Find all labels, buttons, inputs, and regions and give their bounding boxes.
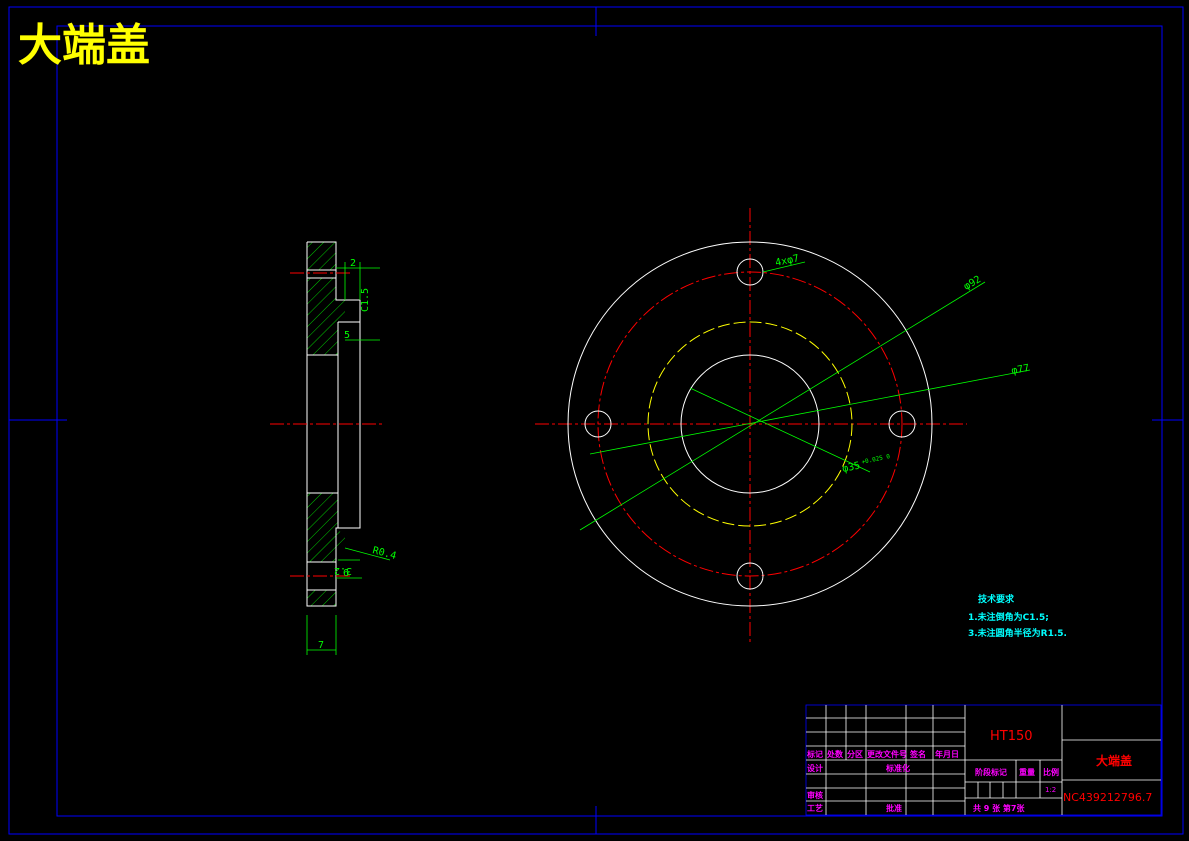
inner-border (56, 25, 1163, 817)
notes-line-2: 3.未注圆角半径为R1.5. (968, 627, 1067, 639)
label-process: 工艺 (807, 803, 823, 813)
label-scale: 比例 (1043, 767, 1059, 777)
outer-frame (8, 6, 1184, 835)
header-signature: 签名 (909, 749, 926, 759)
header-mark: 标记 (806, 749, 823, 759)
scale-value: 1:2 (1045, 786, 1056, 794)
material-label: HT150 (990, 729, 1033, 744)
dim-top-width: 2 (350, 258, 356, 269)
label-approve: 批准 (886, 803, 902, 813)
header-count: 处数 (826, 749, 844, 759)
dim-thickness: 7 (318, 640, 324, 651)
cad-drawing: 大端盖 2 C1.5 5 R0.4 3.2 6 7 4xφ7 φ92 φ77 φ… (8, 6, 1184, 835)
header-date: 年月日 (935, 749, 959, 759)
sheet-count: 共 9 张 第7张 (973, 803, 1025, 813)
dim-pitch: φ77 (1011, 363, 1031, 377)
label-standardize: 标准化 (885, 763, 910, 773)
dim-bore: φ35 (841, 460, 861, 475)
leader-outer (579, 281, 986, 531)
dim-small: 6 (343, 568, 349, 579)
dim-bore-tolerance: +0.025 0 (861, 453, 891, 466)
hatch-bottom (307, 590, 336, 606)
label-weight: 重量 (1019, 767, 1035, 777)
section-view: 2 C1.5 5 R0.4 3.2 6 7 (270, 241, 397, 655)
dim-fillet: R0.4 (371, 545, 397, 562)
dim-chamfer: C1.5 (360, 288, 371, 312)
hatch-upper-body (307, 278, 345, 355)
part-name-label: 大端盖 (1096, 753, 1132, 768)
label-design: 设计 (807, 763, 823, 773)
label-review: 审核 (807, 790, 823, 800)
front-view: 4xφ7 φ92 φ77 φ35 +0.025 0 (535, 208, 1030, 643)
header-change-doc: 更改文件号 (867, 749, 907, 759)
title-block: HT150 大端盖 NC439212796.7 标记 处数 分区 更改文件号 签… (805, 704, 1162, 816)
technical-notes: 技术要求 1.未注倒角为C1.5; 3.未注圆角半径为R1.5. (968, 593, 1067, 639)
leader-pitch (589, 369, 1031, 455)
label-stage-mark: 阶段标记 (975, 767, 1007, 777)
drawing-number: NC439212796.7 (1063, 791, 1152, 804)
notes-line-1: 1.未注倒角为C1.5; (968, 611, 1049, 623)
header-zone: 分区 (847, 749, 863, 759)
drawing-frame (8, 6, 1184, 835)
drawing-title: 大端盖 (18, 20, 150, 71)
dim-step: 5 (344, 330, 350, 341)
notes-heading: 技术要求 (978, 593, 1015, 605)
dim-holes: 4xφ7 (774, 253, 800, 269)
hatch-top (307, 242, 336, 270)
